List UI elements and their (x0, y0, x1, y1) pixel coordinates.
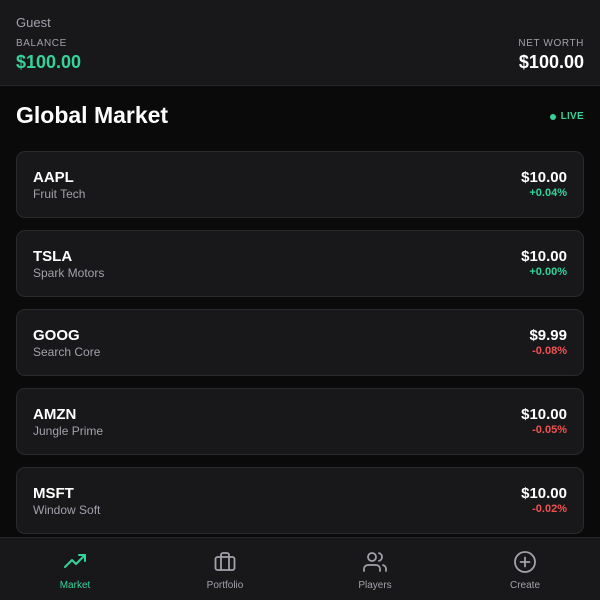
trending-up-icon (64, 554, 86, 568)
stock-company-name: Fruit Tech (33, 187, 86, 201)
stock-ticker: GOOG (33, 327, 80, 344)
nav-item-create[interactable]: Create (450, 538, 600, 600)
stock-change: -0.05% (532, 424, 567, 436)
nav-item-portfolio[interactable]: Portfolio (150, 538, 300, 600)
stock-card-aapl[interactable]: AAPL Fruit Tech $10.00 +0.04% (16, 151, 584, 218)
stock-ticker: MSFT (33, 485, 74, 502)
stock-change: -0.08% (532, 345, 567, 357)
net-worth-label: NET WORTH (518, 38, 584, 49)
nav-label-create: Create (509, 580, 540, 591)
stock-card-msft[interactable]: MSFT Window Soft $10.00 -0.02% (16, 467, 584, 534)
balance-value: $100.00 (16, 52, 82, 72)
bottom-nav: Market Portfolio Players Create (0, 537, 600, 600)
stock-ticker: AAPL (33, 169, 74, 186)
balance-block: BALANCE $100.00 (16, 38, 81, 73)
users-icon (363, 552, 387, 572)
nav-label-portfolio: Portfolio (206, 580, 244, 591)
net-worth-block: NET WORTH $100.00 (518, 38, 584, 73)
stock-ticker: AMZN (33, 406, 77, 423)
stock-ticker: TSLA (33, 248, 73, 265)
stock-price: $9.99 (529, 327, 567, 344)
stock-list: AAPL Fruit Tech $10.00 +0.04% TSLA Spark… (16, 151, 584, 546)
balance-label: BALANCE (16, 38, 67, 49)
stock-card-tsla[interactable]: TSLA Spark Motors $10.00 +0.00% (16, 230, 584, 297)
stock-change: -0.02% (532, 503, 567, 515)
stock-change: +0.00% (529, 266, 567, 278)
user-name: Guest (16, 15, 51, 30)
live-label: LIVE (560, 111, 584, 122)
stock-change: +0.04% (529, 187, 567, 199)
stock-company-name: Jungle Prime (33, 424, 104, 438)
account-header: Guest BALANCE $100.00 NET WORTH $100.00 (0, 0, 600, 86)
nav-item-market[interactable]: Market (0, 538, 150, 600)
stock-price: $10.00 (521, 248, 567, 265)
stock-card-amzn[interactable]: AMZN Jungle Prime $10.00 -0.05% (16, 388, 584, 455)
stock-price: $10.00 (521, 485, 567, 502)
stock-card-goog[interactable]: GOOG Search Core $9.99 -0.08% (16, 309, 584, 376)
briefcase-icon (214, 552, 236, 571)
page-title: Global Market (16, 102, 169, 128)
stock-company-name: Spark Motors (33, 266, 105, 280)
app: Guest BALANCE $100.00 NET WORTH $100.00 … (0, 0, 600, 600)
nav-label-players: Players (358, 580, 392, 591)
net-worth-value: $100.00 (518, 52, 584, 72)
stock-price: $10.00 (521, 169, 567, 186)
plus-circle-icon (514, 551, 536, 573)
nav-item-players[interactable]: Players (300, 538, 450, 600)
live-dot-icon (549, 113, 556, 120)
stock-price: $10.00 (521, 406, 567, 423)
live-indicator: LIVE (549, 111, 584, 122)
nav-label-market: Market (59, 580, 91, 591)
stock-company-name: Window Soft (33, 503, 101, 517)
stock-company-name: Search Core (33, 345, 101, 359)
